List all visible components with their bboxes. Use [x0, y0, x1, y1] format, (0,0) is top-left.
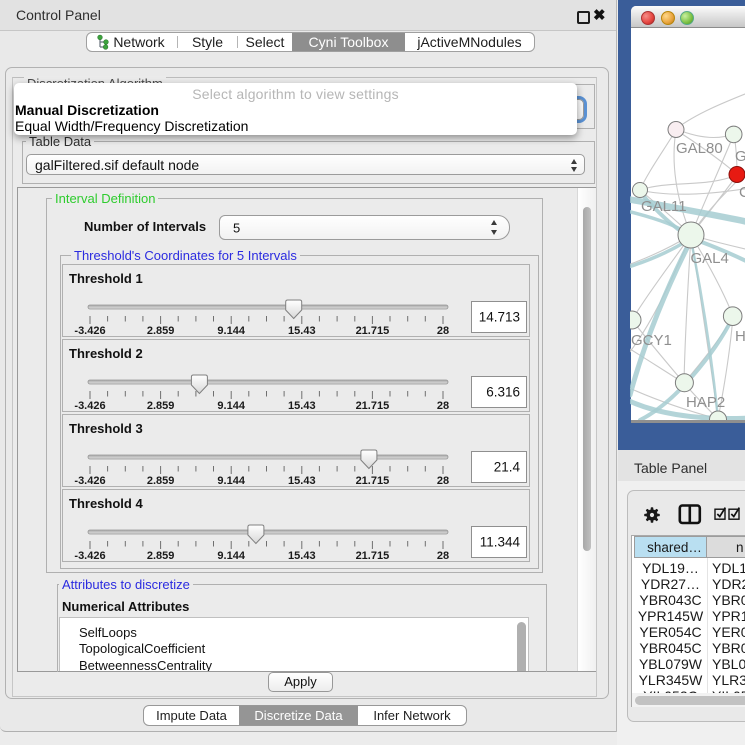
svg-text:21.715: 21.715: [356, 550, 390, 562]
svg-text:2.859: 2.859: [147, 400, 175, 412]
svg-text:9.144: 9.144: [217, 550, 245, 562]
svg-text:15.43: 15.43: [288, 475, 316, 487]
svg-text:21.715: 21.715: [356, 325, 390, 337]
svg-text:-3.426: -3.426: [74, 550, 105, 562]
svg-text:-3.426: -3.426: [74, 325, 105, 337]
svg-text:2.859: 2.859: [147, 475, 175, 487]
svg-text:HAP2: HAP2: [686, 394, 725, 411]
svg-text:-3.426: -3.426: [74, 475, 105, 487]
svg-text:28: 28: [437, 400, 449, 412]
svg-text:9.144: 9.144: [217, 325, 245, 337]
svg-text:GA: GA: [735, 148, 745, 165]
svg-text:28: 28: [437, 550, 449, 562]
svg-text:28: 28: [437, 475, 449, 487]
svg-text:GAL11: GAL11: [641, 198, 687, 215]
svg-text:28: 28: [437, 325, 449, 337]
svg-text:C: C: [739, 184, 745, 201]
svg-text:21.715: 21.715: [356, 400, 390, 412]
svg-text:GCY1: GCY1: [631, 332, 672, 349]
svg-text:9.144: 9.144: [217, 400, 245, 412]
svg-text:15.43: 15.43: [288, 550, 316, 562]
svg-text:2.859: 2.859: [147, 325, 175, 337]
svg-text:9.144: 9.144: [217, 475, 245, 487]
svg-text:2.859: 2.859: [147, 550, 175, 562]
svg-text:-3.426: -3.426: [74, 400, 105, 412]
svg-text:GAL80: GAL80: [676, 140, 723, 157]
svg-text:21.715: 21.715: [356, 475, 390, 487]
svg-text:GAL4: GAL4: [691, 250, 729, 267]
svg-text:15.43: 15.43: [288, 325, 316, 337]
svg-text:H: H: [735, 328, 745, 345]
svg-text:15.43: 15.43: [288, 400, 316, 412]
